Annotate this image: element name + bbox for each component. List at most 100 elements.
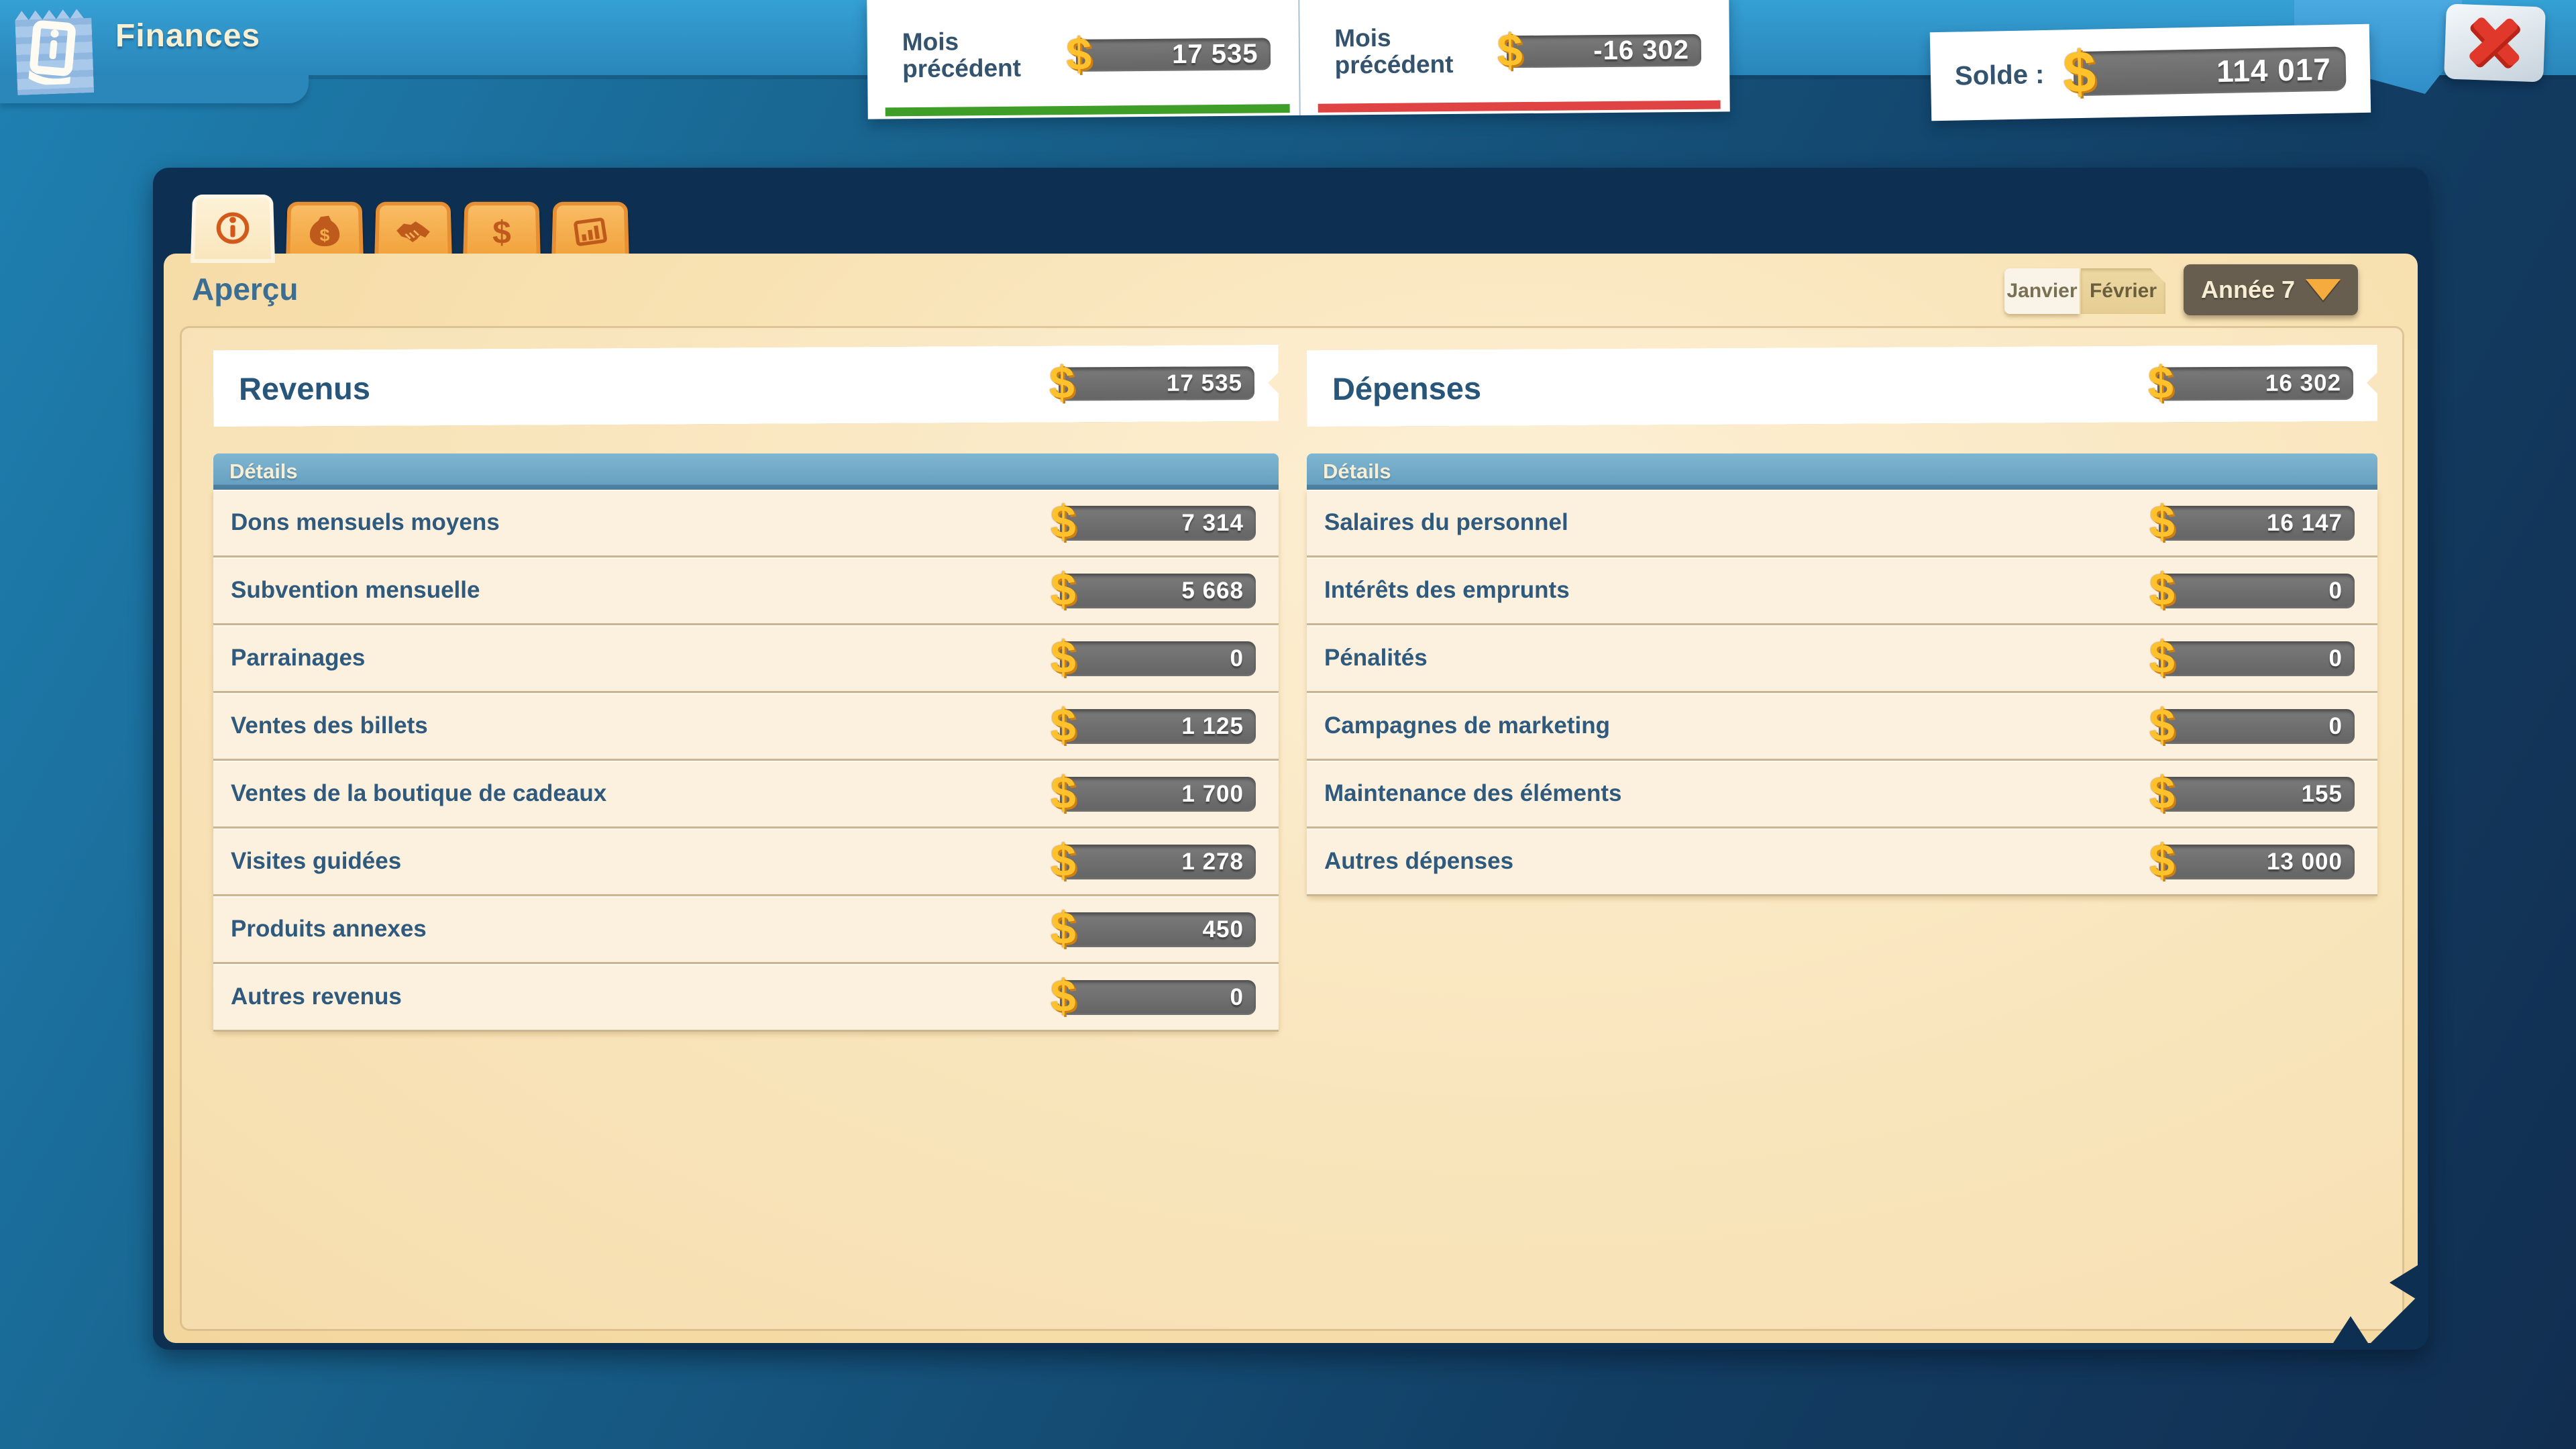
detail-row-value: 13 000 <box>2267 849 2343 875</box>
detail-row-label: Maintenance des éléments <box>1324 780 1622 807</box>
detail-row: Ventes de la boutique de cadeaux $ 1 700 <box>213 761 1279 828</box>
detail-row-label: Autres dépenses <box>1324 848 1513 875</box>
income-total-pill: $ 17 535 <box>1059 366 1254 401</box>
detail-row-pill: $ 0 <box>2159 574 2355 608</box>
detail-row-pill: $ 16 147 <box>2159 506 2355 541</box>
income-total-value: 17 535 <box>1167 370 1242 397</box>
currency-icon: $ <box>1051 770 1076 816</box>
svg-text:$: $ <box>492 215 511 250</box>
detail-row-value: 0 <box>1230 984 1244 1011</box>
detail-row-pill: $ 0 <box>1060 641 1256 676</box>
year-label: Année 7 <box>2201 276 2295 304</box>
month-button-janvier[interactable]: Janvier <box>2004 268 2080 314</box>
detail-row-label: Ventes de la boutique de cadeaux <box>231 780 606 807</box>
currency-icon: $ <box>1066 32 1091 77</box>
currency-icon: $ <box>1497 28 1523 73</box>
currency-icon: $ <box>1051 702 1076 748</box>
currency-icon: $ <box>2149 635 2175 680</box>
expense-total-value: 16 302 <box>2265 370 2341 397</box>
detail-row: Produits annexes $ 450 <box>213 896 1279 964</box>
currency-icon: $ <box>1051 499 1076 545</box>
column-title: Revenus <box>239 369 370 407</box>
detail-row-value: 1 700 <box>1181 781 1244 808</box>
svg-text:$: $ <box>320 225 330 245</box>
details-header: Détails <box>213 453 1279 490</box>
detail-row: Intérêts des emprunts $ 0 <box>1307 557 2377 625</box>
detail-row-pill: $ 1 125 <box>1060 709 1256 744</box>
panel-edge-notch <box>2333 1316 2368 1343</box>
detail-row: Autres dépenses $ 13 000 <box>1307 828 2377 896</box>
detail-row-pill: $ 0 <box>1060 980 1256 1015</box>
expense-total-pill: $ 16 302 <box>2157 366 2353 401</box>
detail-row-value: 1 125 <box>1181 713 1244 740</box>
detail-row-label: Pénalités <box>1324 645 1428 672</box>
stat-expense-pill: $ -16 302 <box>1507 34 1701 68</box>
currency-icon: $ <box>2149 770 2175 816</box>
detail-row-pill: $ 7 314 <box>1060 506 1256 541</box>
currency-icon: $ <box>1051 567 1076 612</box>
detail-row: Subvention mensuelle $ 5 668 <box>213 557 1279 625</box>
detail-row-value: 155 <box>2302 781 2343 808</box>
expense-header-card: Dépenses $ 16 302 <box>1307 345 2378 427</box>
currency-icon: $ <box>2149 499 2175 545</box>
detail-row: Visites guidées $ 1 278 <box>213 828 1279 896</box>
stat-income-pill: $ 17 535 <box>1075 38 1270 72</box>
detail-row-label: Subvention mensuelle <box>231 577 480 604</box>
panel-edge-notch <box>2390 1265 2418 1300</box>
detail-row-pill: $ 1 700 <box>1060 777 1256 812</box>
detail-row-value: 16 147 <box>2267 510 2343 537</box>
expense-rows: Salaires du personnel $ 16 147 Intérêts … <box>1307 490 2377 896</box>
tab-strip: $ $ <box>191 191 629 263</box>
handshake-icon <box>394 213 432 250</box>
page-title: Finances <box>115 17 260 54</box>
detail-row-value: 5 668 <box>1181 578 1244 604</box>
month-button-fevrier[interactable]: Février <box>2081 268 2165 314</box>
currency-icon: $ <box>2149 838 2175 883</box>
detail-row: Dons mensuels moyens $ 7 314 <box>213 490 1279 557</box>
chart-icon <box>571 213 609 250</box>
income-rows: Dons mensuels moyens $ 7 314 Subvention … <box>213 490 1279 1032</box>
column-title: Dépenses <box>1332 369 1481 407</box>
finances-ledger-icon <box>15 7 94 95</box>
detail-row-label: Dons mensuels moyens <box>231 509 500 536</box>
currency-icon: $ <box>2149 567 2175 612</box>
detail-row-label: Campagnes de marketing <box>1324 712 1610 739</box>
detail-row: Parrainages $ 0 <box>213 625 1279 693</box>
currency-icon: $ <box>2148 360 2174 405</box>
stat-label: Mois précédent <box>1334 24 1489 79</box>
balance-label: Solde : <box>1955 60 2045 92</box>
balance-box: Solde : $ 114 017 <box>1930 24 2371 121</box>
details-label: Détails <box>1323 460 1391 484</box>
detail-row-value: 0 <box>1230 645 1244 672</box>
close-button[interactable] <box>2444 3 2546 82</box>
stat-income-value: 17 535 <box>1172 39 1258 70</box>
details-label: Détails <box>229 460 298 484</box>
tab-overview[interactable] <box>191 195 275 263</box>
dollar-icon: $ <box>482 213 521 250</box>
detail-row: Maintenance des éléments $ 155 <box>1307 761 2377 828</box>
detail-row-value: 0 <box>2329 645 2343 672</box>
detail-row-label: Autres revenus <box>231 983 402 1010</box>
details-header: Détails <box>1307 453 2377 490</box>
income-header-card: Revenus $ 17 535 <box>213 345 1279 427</box>
detail-row-pill: $ 450 <box>1060 912 1256 947</box>
currency-icon: $ <box>1051 973 1076 1019</box>
chevron-down-icon <box>2306 279 2341 301</box>
balance-pill: $ 114 017 <box>2074 46 2347 96</box>
detail-row: Autres revenus $ 0 <box>213 964 1279 1032</box>
info-icon <box>213 210 252 247</box>
currency-icon: $ <box>1051 906 1076 951</box>
year-dropdown[interactable]: Année 7 <box>2184 264 2358 315</box>
detail-row: Campagnes de marketing $ 0 <box>1307 693 2377 761</box>
detail-row: Ventes des billets $ 1 125 <box>213 693 1279 761</box>
expense-column: Dépenses $ 16 302 Détails Salaires du pe… <box>1307 347 2377 896</box>
stat-previous-month-expense: Mois précédent $ -16 302 <box>1298 0 1730 115</box>
panel-corner-bevel <box>2371 1296 2418 1343</box>
detail-row-pill: $ 155 <box>2159 777 2355 812</box>
section-title: Aperçu <box>192 271 298 307</box>
detail-row-value: 1 278 <box>1181 849 1244 875</box>
previous-month-stats: Mois précédent $ 17 535 Mois précédent $… <box>867 0 1730 119</box>
detail-row-pill: $ 5 668 <box>1060 574 1256 608</box>
currency-icon: $ <box>1049 360 1075 405</box>
detail-row-value: 0 <box>2329 713 2343 740</box>
